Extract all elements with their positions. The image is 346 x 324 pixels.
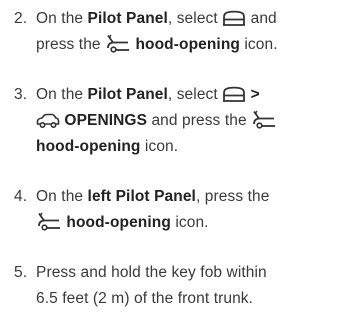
separator-arrow: > [246, 86, 260, 103]
step-number: 4. [14, 188, 28, 205]
step-text-part: On the [36, 10, 88, 27]
pilot-panel-label: Pilot Panel [87, 10, 168, 27]
car-openings-icon [36, 113, 60, 129]
vehicle-icon [222, 10, 246, 27]
step-text-part: press the [36, 36, 106, 53]
step-text-part: icon. [140, 138, 179, 155]
step-text-part: , press the [195, 188, 270, 205]
step-number: 5. [14, 264, 28, 281]
step-text: On the Pilot Panel, select > OPENINGS an… [36, 82, 340, 160]
step-number: 2. [14, 10, 28, 27]
step-2: 2. On the Pilot Panel, select and press t… [14, 6, 340, 58]
step-text: On the left Pilot Panel, press the hood-… [36, 184, 340, 236]
step-text-line: 6.5 feet (2 m) of the front trunk. [36, 290, 254, 307]
hood-open-icon [36, 211, 62, 231]
step-number: 3. [14, 86, 28, 103]
hood-opening-label: hood-opening [62, 214, 171, 231]
step-3: 3. On the Pilot Panel, select > OPENINGS… [14, 82, 340, 160]
step-4: 4. On the left Pilot Panel, press the ho… [14, 184, 340, 236]
hood-opening-label: hood-opening [131, 36, 240, 53]
step-text: Press and hold the key fob within 6.5 fee… [36, 260, 340, 312]
step-text-part: and press the [147, 112, 252, 129]
step-text-line: Press and hold the key fob within [36, 264, 267, 281]
step-text-part: and [246, 10, 277, 27]
step-text-part: icon. [170, 214, 209, 231]
step-5: 5. Press and hold the key fob within 6.5 … [14, 260, 340, 312]
left-pilot-panel-label: left Pilot Panel [87, 188, 196, 205]
hood-opening-label: hood-opening [36, 138, 141, 155]
step-text-part: , select [167, 10, 223, 27]
instruction-steps: 2. On the Pilot Panel, select and press t… [14, 6, 340, 312]
hood-open-icon [251, 109, 277, 129]
step-text-part: icon. [239, 36, 278, 53]
step-text-part: On the [36, 188, 88, 205]
pilot-panel-label: Pilot Panel [87, 86, 168, 103]
step-text-part: , select [167, 86, 223, 103]
step-text-part: On the [36, 86, 88, 103]
hood-open-icon [105, 33, 131, 53]
openings-label: OPENINGS [60, 112, 148, 129]
step-text: On the Pilot Panel, select and press the … [36, 6, 340, 58]
vehicle-icon [222, 86, 246, 103]
